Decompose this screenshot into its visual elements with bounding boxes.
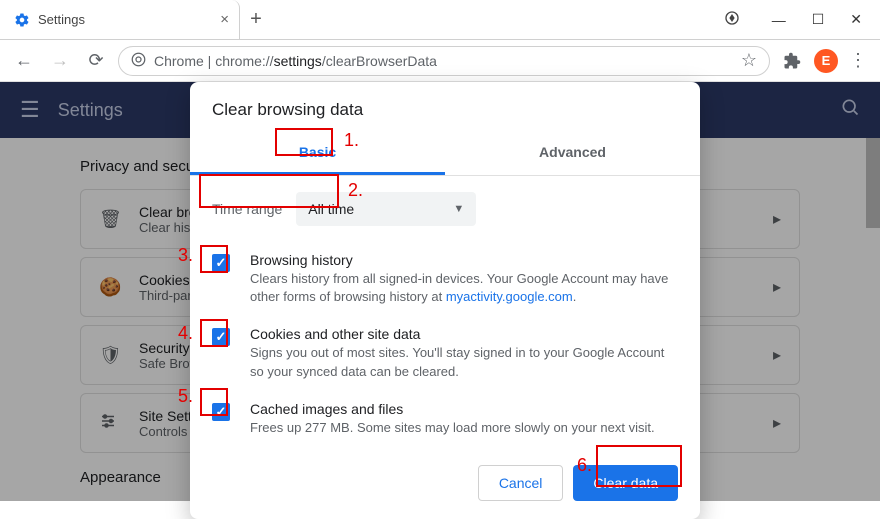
settings-app: ☰ Settings Privacy and security 🗑 Clear … [0, 82, 880, 501]
new-tab-button[interactable]: + [240, 0, 272, 39]
option-desc-text: . [573, 289, 577, 304]
clear-data-button[interactable]: Clear data [573, 465, 678, 501]
tab-title: Settings [38, 12, 85, 27]
forward-button: → [46, 47, 74, 75]
address-bar[interactable]: Chrome | chrome:// settings /clearBrowse… [118, 46, 770, 76]
option-title: Browsing history [250, 252, 678, 268]
bookmark-star-icon[interactable]: ☆ [741, 50, 757, 71]
option-cached: ✓ Cached images and files Frees up 277 M… [190, 391, 700, 447]
incognito-shield-icon[interactable] [724, 10, 740, 29]
time-range-select[interactable]: All time ▼ [296, 192, 476, 226]
option-cookies: ✓ Cookies and other site data Signs you … [190, 316, 700, 390]
option-title: Cookies and other site data [250, 326, 678, 342]
tab-close-icon[interactable]: × [220, 11, 229, 28]
dialog-actions: Cancel Clear data [190, 447, 700, 505]
chrome-icon [131, 52, 146, 70]
time-range-label: Time range [212, 201, 282, 217]
chevron-down-icon: ▼ [453, 203, 464, 215]
window-close[interactable]: ✕ [850, 11, 862, 28]
cancel-button[interactable]: Cancel [478, 465, 564, 501]
myactivity-link[interactable]: myactivity.google.com [446, 289, 573, 304]
checkbox-cached[interactable]: ✓ [212, 403, 230, 421]
url-host: settings [274, 53, 322, 69]
option-browsing-history: ✓ Browsing history Clears history from a… [190, 242, 700, 316]
option-desc: Signs you out of most sites. You'll stay… [250, 344, 678, 380]
dialog-title: Clear browsing data [190, 82, 700, 134]
time-range-row: Time range All time ▼ [190, 176, 700, 242]
window-minimize[interactable]: — [772, 12, 786, 28]
checkbox-browsing-history[interactable]: ✓ [212, 254, 230, 272]
option-desc: Frees up 277 MB. Some sites may load mor… [250, 419, 655, 437]
menu-kebab-icon[interactable]: ⋮ [846, 50, 870, 71]
profile-avatar[interactable]: E [814, 49, 838, 73]
clear-data-dialog: Clear browsing data Basic Advanced Time … [190, 82, 700, 519]
dialog-tabs: Basic Advanced [190, 134, 700, 175]
checkbox-cookies[interactable]: ✓ [212, 328, 230, 346]
back-button[interactable]: ← [10, 47, 38, 75]
extensions-icon[interactable] [778, 47, 806, 75]
url-path: /clearBrowserData [322, 53, 437, 69]
window-maximize[interactable]: ☐ [812, 11, 825, 28]
url-prefix: Chrome | chrome:// [154, 53, 274, 69]
reload-button[interactable]: ⟳ [82, 47, 110, 75]
time-range-value: All time [308, 201, 354, 217]
window-controls: — ☐ ✕ [724, 0, 880, 39]
option-title: Cached images and files [250, 401, 655, 417]
tab-basic[interactable]: Basic [190, 134, 445, 175]
tab-advanced[interactable]: Advanced [445, 134, 700, 175]
gear-icon [14, 12, 30, 28]
option-desc: Clears history from all signed-in device… [250, 270, 678, 306]
browser-toolbar: ← → ⟳ Chrome | chrome:// settings /clear… [0, 40, 880, 82]
browser-tab[interactable]: Settings × [0, 0, 240, 39]
window-titlebar: Settings × + — ☐ ✕ [0, 0, 880, 40]
